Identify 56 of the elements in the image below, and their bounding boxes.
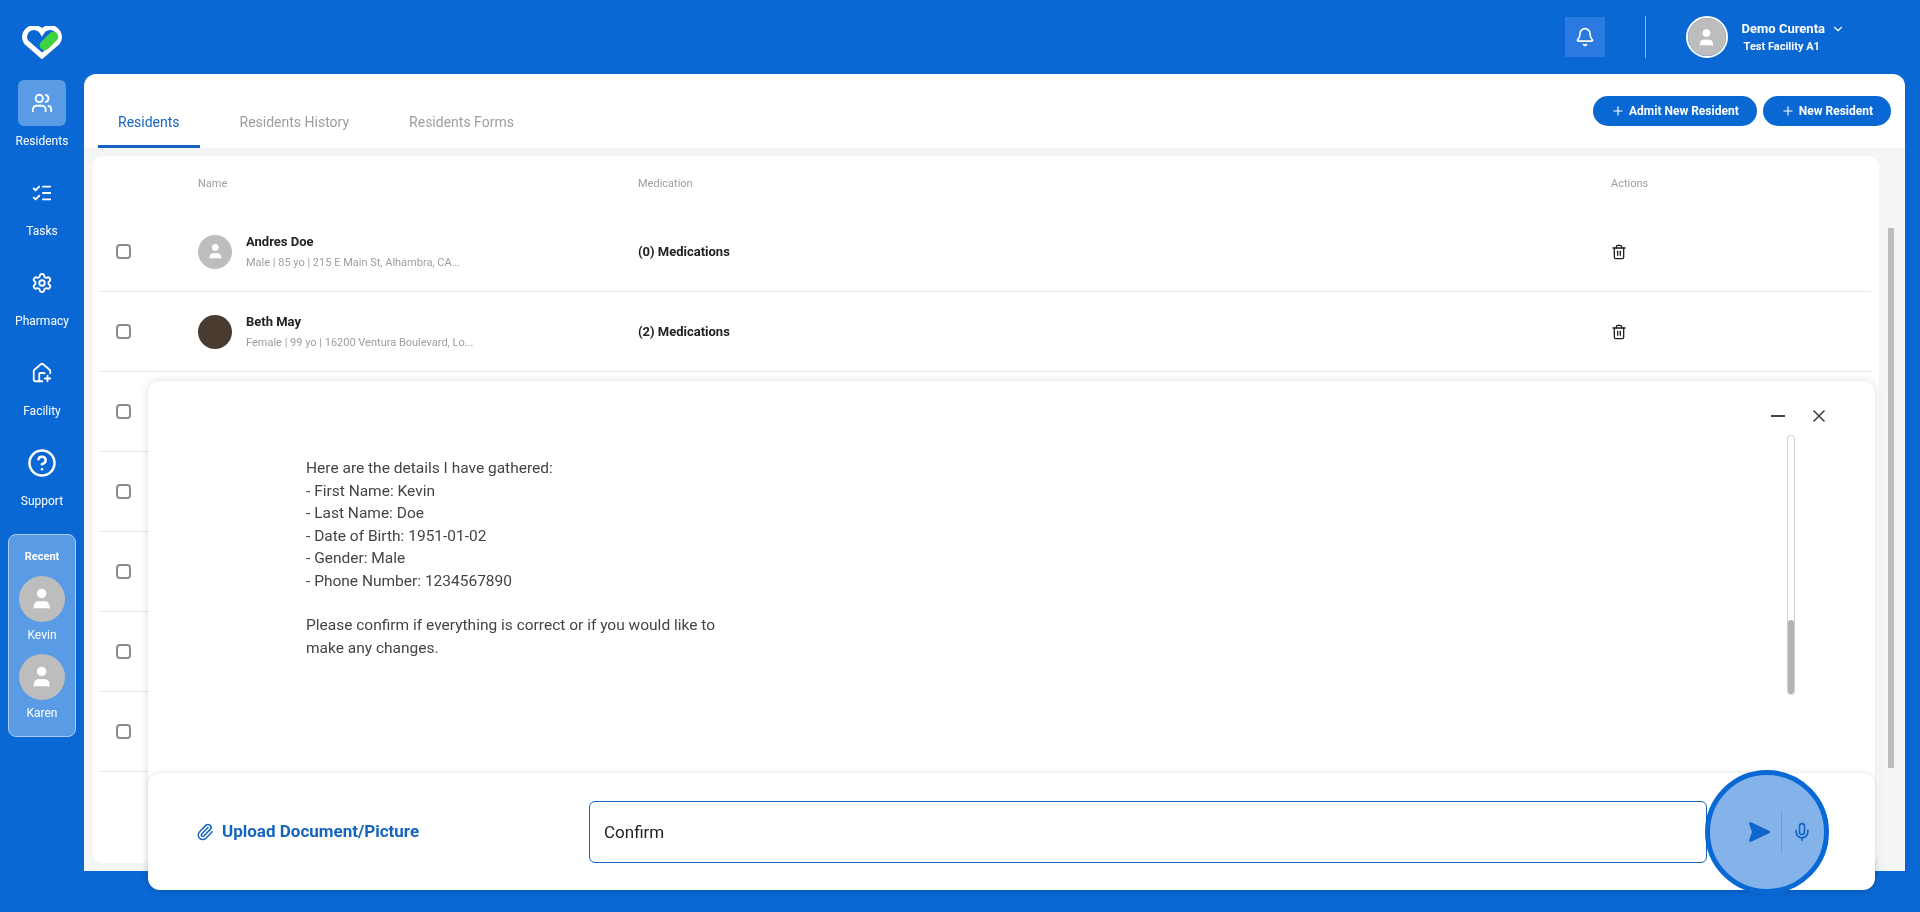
settings-icon	[31, 272, 53, 294]
user-avatar	[1687, 18, 1726, 56]
avatar-icon	[198, 234, 232, 269]
chat-message: Here are the details I have gathered: - First Name: Kevin - Last Name: Doe - Date of Birth: 1951-01-02 - Gender: Male - Phone Number: 1234567890	[306, 458, 554, 592]
resident-name[interactable]: Andres Doe	[246, 231, 461, 251]
checkbox[interactable]	[116, 404, 131, 419]
checkbox[interactable]	[116, 324, 131, 339]
recent-person[interactable]: Karen	[26, 703, 58, 722]
send-button[interactable]	[1747, 819, 1771, 844]
recent-title: Recent	[24, 549, 60, 565]
user-name[interactable]: Demo Curenta	[1741, 19, 1825, 39]
help-icon	[27, 448, 57, 478]
nav-button[interactable]	[18, 80, 66, 126]
add-button[interactable]: Admit New Resident	[1593, 96, 1757, 126]
chat-message: Please confirm if everything is correct or if you would like to make any changes.	[306, 615, 717, 659]
column-header: Actions	[1611, 175, 1650, 192]
send-icon	[1747, 819, 1771, 844]
facility-name: Test Facility A1	[1743, 38, 1821, 55]
logo-icon	[20, 26, 64, 60]
recent-person[interactable]: Kevin	[27, 625, 57, 644]
bell-icon	[1574, 27, 1595, 47]
nav-label: Residents	[15, 133, 69, 150]
nav-label: Pharmacy	[15, 313, 69, 330]
avatar-icon	[19, 653, 65, 700]
nav-label: Support	[20, 493, 64, 510]
add-button[interactable]: New Resident	[1762, 96, 1891, 126]
avatar-icon	[19, 575, 65, 622]
mic-button[interactable]	[1792, 821, 1812, 842]
column-header: Medication	[638, 175, 694, 192]
nav-label: Facility	[23, 403, 61, 420]
resident-details: Female | 99 yo | 16200 Ventura Boulevard, Lo...	[246, 335, 474, 351]
trash-icon	[1611, 243, 1627, 260]
checkbox[interactable]	[116, 644, 131, 659]
notification-button[interactable]	[1564, 17, 1605, 57]
checkbox[interactable]	[116, 564, 131, 579]
nav-label: Tasks	[26, 223, 58, 240]
medication-count: (0) Medications	[638, 242, 731, 261]
message-input[interactable]: Confirm	[589, 800, 1707, 863]
paperclip-icon	[196, 822, 214, 841]
trash-icon	[1611, 323, 1627, 340]
checkbox[interactable]	[116, 724, 131, 739]
upload-button[interactable]: Upload Document/Picture	[196, 818, 589, 845]
minimize-icon	[1771, 415, 1785, 417]
people-icon	[31, 92, 53, 114]
plus-icon	[1780, 104, 1795, 118]
checkbox[interactable]	[116, 484, 131, 499]
resident-details: Male | 85 yo | 215 E Main St, Alhambra, CA...	[246, 255, 461, 271]
checkbox[interactable]	[116, 244, 131, 259]
medication-count: (2) Medications	[638, 322, 731, 341]
tab[interactable]: Residents History	[219, 100, 370, 148]
column-header: Name	[198, 175, 229, 192]
house-plus-icon	[31, 362, 53, 384]
microphone-icon	[1792, 821, 1812, 842]
resident-name[interactable]: Beth May	[246, 311, 474, 331]
plus-icon	[1611, 104, 1625, 118]
tab[interactable]: Residents Forms	[389, 100, 534, 148]
